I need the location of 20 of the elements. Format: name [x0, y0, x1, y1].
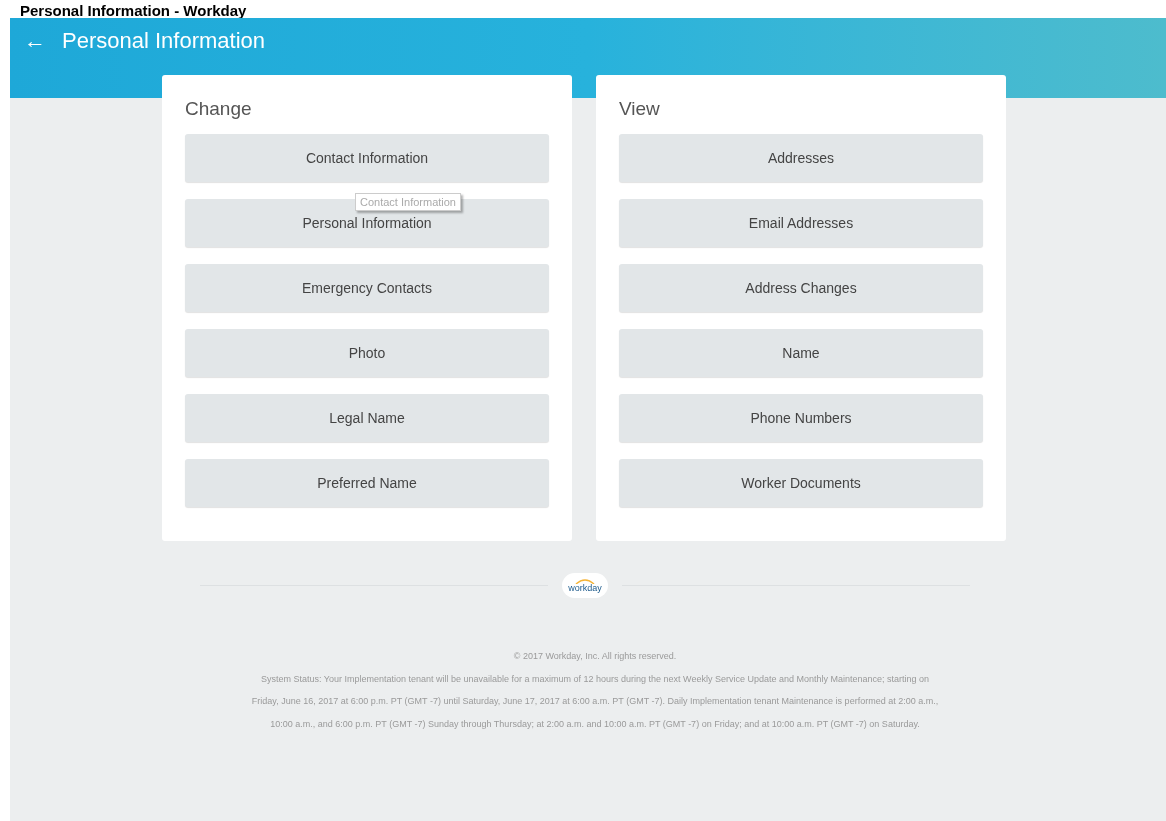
- action-button[interactable]: Address Changes: [619, 264, 983, 312]
- action-button[interactable]: Emergency Contacts: [185, 264, 549, 312]
- tooltip: Contact Information: [355, 193, 461, 211]
- action-button[interactable]: Email Addresses: [619, 199, 983, 247]
- panel-title: View: [619, 99, 661, 118]
- action-button[interactable]: Phone Numbers: [619, 394, 983, 442]
- arc-icon: [574, 578, 596, 584]
- document-title: Personal Information - Workday: [20, 3, 247, 18]
- page-title: Personal Information: [62, 30, 265, 52]
- action-button[interactable]: Worker Documents: [619, 459, 983, 507]
- panel-title: Change: [185, 99, 253, 118]
- logo-text: workday: [568, 584, 602, 593]
- action-button[interactable]: Preferred Name: [185, 459, 549, 507]
- action-button[interactable]: Contact Information: [185, 134, 549, 182]
- action-button[interactable]: Name: [619, 329, 983, 377]
- copyright-text: © 2017 Workday, Inc. All rights reserved.: [513, 650, 677, 663]
- action-button[interactable]: Photo: [185, 329, 549, 377]
- action-button[interactable]: Addresses: [619, 134, 983, 182]
- action-button[interactable]: Legal Name: [185, 394, 549, 442]
- system-status-text: System Status: Your Implementation tenant will be unavailable for a maximum of 12 hours during the next Weekly Service Update and Monthly Maintenance; starting on Friday, June 16, 2017 at 6:00 p.m. PT (GMT -7) until Saturday, June 17, 2017 at 6:00 a.m. PT (GMT -7). Daily Implementation tenant Maintenance is performed at 2:00 a.m., 10:00 a.m., and 6:00 p.m. PT (GMT -7) Sunday through Thursday; at 2:00 a.m. and 10:00 a.m. PT (GMT -7) on Friday; and at 10:00 a.m. PT (GMT -7) on Saturday.: [250, 672, 940, 731]
